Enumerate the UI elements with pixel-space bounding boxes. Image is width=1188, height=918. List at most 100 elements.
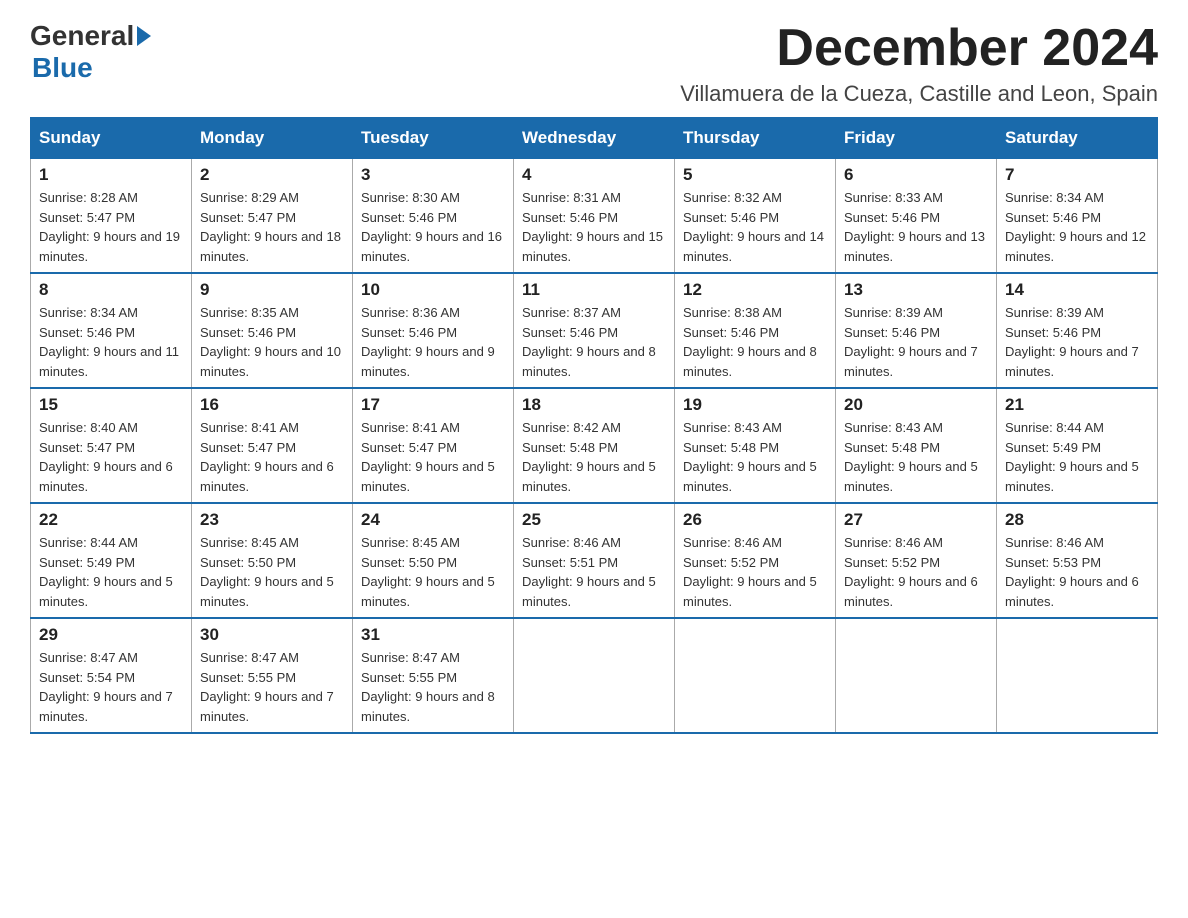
calendar-cell: 16 Sunrise: 8:41 AMSunset: 5:47 PMDaylig… <box>192 388 353 503</box>
day-info: Sunrise: 8:47 AMSunset: 5:54 PMDaylight:… <box>39 650 173 724</box>
day-info: Sunrise: 8:46 AMSunset: 5:51 PMDaylight:… <box>522 535 656 609</box>
calendar-cell: 29 Sunrise: 8:47 AMSunset: 5:54 PMDaylig… <box>31 618 192 733</box>
day-info: Sunrise: 8:44 AMSunset: 5:49 PMDaylight:… <box>1005 420 1139 494</box>
calendar-cell: 20 Sunrise: 8:43 AMSunset: 5:48 PMDaylig… <box>836 388 997 503</box>
calendar-cell: 21 Sunrise: 8:44 AMSunset: 5:49 PMDaylig… <box>997 388 1158 503</box>
calendar-cell: 5 Sunrise: 8:32 AMSunset: 5:46 PMDayligh… <box>675 159 836 274</box>
calendar-cell: 12 Sunrise: 8:38 AMSunset: 5:46 PMDaylig… <box>675 273 836 388</box>
day-info: Sunrise: 8:45 AMSunset: 5:50 PMDaylight:… <box>361 535 495 609</box>
calendar-cell: 3 Sunrise: 8:30 AMSunset: 5:46 PMDayligh… <box>353 159 514 274</box>
calendar-week-row: 8 Sunrise: 8:34 AMSunset: 5:46 PMDayligh… <box>31 273 1158 388</box>
day-number: 10 <box>361 280 505 300</box>
logo-arrow-icon <box>137 26 151 46</box>
day-info: Sunrise: 8:43 AMSunset: 5:48 PMDaylight:… <box>683 420 817 494</box>
calendar-cell: 19 Sunrise: 8:43 AMSunset: 5:48 PMDaylig… <box>675 388 836 503</box>
day-number: 11 <box>522 280 666 300</box>
weekday-header-wednesday: Wednesday <box>514 118 675 159</box>
day-number: 12 <box>683 280 827 300</box>
day-number: 19 <box>683 395 827 415</box>
calendar-cell: 9 Sunrise: 8:35 AMSunset: 5:46 PMDayligh… <box>192 273 353 388</box>
month-year-title: December 2024 <box>680 20 1158 77</box>
day-info: Sunrise: 8:47 AMSunset: 5:55 PMDaylight:… <box>361 650 495 724</box>
day-info: Sunrise: 8:46 AMSunset: 5:52 PMDaylight:… <box>683 535 817 609</box>
calendar-cell: 8 Sunrise: 8:34 AMSunset: 5:46 PMDayligh… <box>31 273 192 388</box>
day-number: 14 <box>1005 280 1149 300</box>
title-area: December 2024 Villamuera de la Cueza, Ca… <box>680 20 1158 107</box>
day-info: Sunrise: 8:34 AMSunset: 5:46 PMDaylight:… <box>1005 190 1146 264</box>
day-number: 5 <box>683 165 827 185</box>
calendar-cell: 2 Sunrise: 8:29 AMSunset: 5:47 PMDayligh… <box>192 159 353 274</box>
calendar-cell: 17 Sunrise: 8:41 AMSunset: 5:47 PMDaylig… <box>353 388 514 503</box>
day-number: 13 <box>844 280 988 300</box>
day-info: Sunrise: 8:36 AMSunset: 5:46 PMDaylight:… <box>361 305 495 379</box>
logo: General Blue <box>30 20 154 84</box>
day-number: 15 <box>39 395 183 415</box>
day-info: Sunrise: 8:46 AMSunset: 5:53 PMDaylight:… <box>1005 535 1139 609</box>
day-number: 30 <box>200 625 344 645</box>
weekday-header-monday: Monday <box>192 118 353 159</box>
day-number: 23 <box>200 510 344 530</box>
location-subtitle: Villamuera de la Cueza, Castille and Leo… <box>680 81 1158 107</box>
calendar-week-row: 29 Sunrise: 8:47 AMSunset: 5:54 PMDaylig… <box>31 618 1158 733</box>
day-info: Sunrise: 8:31 AMSunset: 5:46 PMDaylight:… <box>522 190 663 264</box>
day-info: Sunrise: 8:35 AMSunset: 5:46 PMDaylight:… <box>200 305 341 379</box>
day-number: 25 <box>522 510 666 530</box>
day-info: Sunrise: 8:46 AMSunset: 5:52 PMDaylight:… <box>844 535 978 609</box>
day-number: 26 <box>683 510 827 530</box>
calendar-cell <box>675 618 836 733</box>
day-info: Sunrise: 8:41 AMSunset: 5:47 PMDaylight:… <box>200 420 334 494</box>
day-number: 17 <box>361 395 505 415</box>
calendar-cell: 6 Sunrise: 8:33 AMSunset: 5:46 PMDayligh… <box>836 159 997 274</box>
calendar-cell: 13 Sunrise: 8:39 AMSunset: 5:46 PMDaylig… <box>836 273 997 388</box>
day-info: Sunrise: 8:29 AMSunset: 5:47 PMDaylight:… <box>200 190 341 264</box>
day-info: Sunrise: 8:39 AMSunset: 5:46 PMDaylight:… <box>1005 305 1139 379</box>
calendar-header-row: SundayMondayTuesdayWednesdayThursdayFrid… <box>31 118 1158 159</box>
calendar-cell <box>836 618 997 733</box>
weekday-header-sunday: Sunday <box>31 118 192 159</box>
weekday-header-tuesday: Tuesday <box>353 118 514 159</box>
day-number: 31 <box>361 625 505 645</box>
calendar-cell: 10 Sunrise: 8:36 AMSunset: 5:46 PMDaylig… <box>353 273 514 388</box>
calendar-cell: 27 Sunrise: 8:46 AMSunset: 5:52 PMDaylig… <box>836 503 997 618</box>
day-info: Sunrise: 8:39 AMSunset: 5:46 PMDaylight:… <box>844 305 978 379</box>
day-number: 24 <box>361 510 505 530</box>
day-info: Sunrise: 8:42 AMSunset: 5:48 PMDaylight:… <box>522 420 656 494</box>
calendar-week-row: 22 Sunrise: 8:44 AMSunset: 5:49 PMDaylig… <box>31 503 1158 618</box>
day-number: 6 <box>844 165 988 185</box>
day-info: Sunrise: 8:41 AMSunset: 5:47 PMDaylight:… <box>361 420 495 494</box>
day-number: 21 <box>1005 395 1149 415</box>
day-number: 1 <box>39 165 183 185</box>
day-info: Sunrise: 8:32 AMSunset: 5:46 PMDaylight:… <box>683 190 824 264</box>
day-number: 8 <box>39 280 183 300</box>
calendar-cell: 11 Sunrise: 8:37 AMSunset: 5:46 PMDaylig… <box>514 273 675 388</box>
day-number: 7 <box>1005 165 1149 185</box>
day-info: Sunrise: 8:45 AMSunset: 5:50 PMDaylight:… <box>200 535 334 609</box>
day-info: Sunrise: 8:34 AMSunset: 5:46 PMDaylight:… <box>39 305 179 379</box>
calendar-cell: 1 Sunrise: 8:28 AMSunset: 5:47 PMDayligh… <box>31 159 192 274</box>
day-info: Sunrise: 8:30 AMSunset: 5:46 PMDaylight:… <box>361 190 502 264</box>
calendar-cell: 26 Sunrise: 8:46 AMSunset: 5:52 PMDaylig… <box>675 503 836 618</box>
day-number: 3 <box>361 165 505 185</box>
calendar-cell: 25 Sunrise: 8:46 AMSunset: 5:51 PMDaylig… <box>514 503 675 618</box>
day-number: 29 <box>39 625 183 645</box>
day-info: Sunrise: 8:38 AMSunset: 5:46 PMDaylight:… <box>683 305 817 379</box>
logo-general-text: General <box>30 20 134 52</box>
calendar-cell: 15 Sunrise: 8:40 AMSunset: 5:47 PMDaylig… <box>31 388 192 503</box>
day-info: Sunrise: 8:28 AMSunset: 5:47 PMDaylight:… <box>39 190 180 264</box>
day-number: 16 <box>200 395 344 415</box>
calendar-cell: 4 Sunrise: 8:31 AMSunset: 5:46 PMDayligh… <box>514 159 675 274</box>
day-info: Sunrise: 8:44 AMSunset: 5:49 PMDaylight:… <box>39 535 173 609</box>
calendar-week-row: 1 Sunrise: 8:28 AMSunset: 5:47 PMDayligh… <box>31 159 1158 274</box>
weekday-header-thursday: Thursday <box>675 118 836 159</box>
day-number: 22 <box>39 510 183 530</box>
calendar-cell: 22 Sunrise: 8:44 AMSunset: 5:49 PMDaylig… <box>31 503 192 618</box>
logo-blue-text: Blue <box>32 52 93 84</box>
day-number: 28 <box>1005 510 1149 530</box>
weekday-header-friday: Friday <box>836 118 997 159</box>
calendar-cell: 24 Sunrise: 8:45 AMSunset: 5:50 PMDaylig… <box>353 503 514 618</box>
calendar-cell <box>514 618 675 733</box>
calendar-cell: 7 Sunrise: 8:34 AMSunset: 5:46 PMDayligh… <box>997 159 1158 274</box>
day-info: Sunrise: 8:40 AMSunset: 5:47 PMDaylight:… <box>39 420 173 494</box>
day-number: 4 <box>522 165 666 185</box>
calendar-cell: 31 Sunrise: 8:47 AMSunset: 5:55 PMDaylig… <box>353 618 514 733</box>
